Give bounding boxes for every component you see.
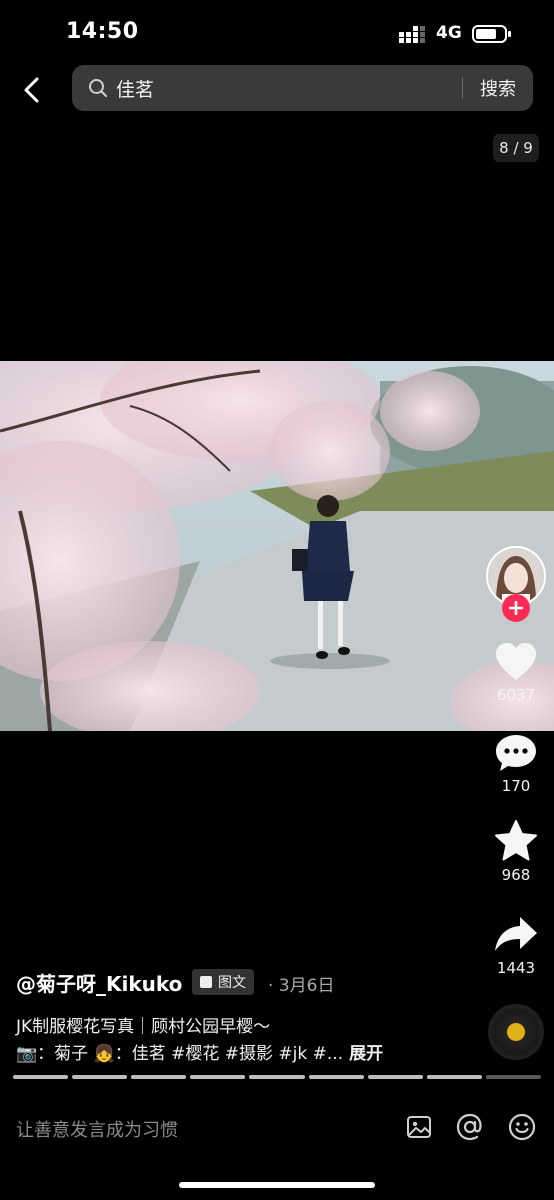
gallery-icon: [200, 976, 212, 988]
post-title: JK制服樱花写真｜顾村公园早樱～: [16, 1017, 271, 1037]
battery-icon: [472, 25, 511, 43]
mention-button[interactable]: [455, 1112, 485, 1142]
network-type: 4G: [436, 23, 462, 43]
music-disc[interactable]: [488, 1004, 544, 1060]
signal-icon: [399, 26, 425, 43]
post-date: · 3月6日: [268, 976, 335, 996]
progress-segment: [308, 1075, 364, 1079]
share-count: 1443: [496, 959, 536, 977]
home-indicator[interactable]: [179, 1182, 375, 1188]
expand-button[interactable]: 展开: [349, 1044, 383, 1064]
page-counter: 8 / 9: [493, 134, 539, 162]
progress-segment: [131, 1075, 187, 1079]
search-bar[interactable]: 佳茗 搜索: [72, 65, 533, 111]
like-button[interactable]: 6037: [480, 642, 552, 704]
post-photo[interactable]: [0, 361, 554, 731]
favorite-button[interactable]: 968: [480, 820, 552, 884]
back-button[interactable]: [14, 72, 50, 108]
favorite-count: 968: [501, 866, 531, 884]
progress-segment: [13, 1075, 69, 1079]
search-icon: [88, 77, 110, 99]
at-icon: [456, 1113, 482, 1141]
image-progress: [13, 1075, 541, 1079]
comment-bar: 让善意发言成为习惯: [0, 1098, 554, 1160]
post-tags: 📷：菊子 👧：佳茗 #樱花 #摄影 #jk #...: [16, 1044, 344, 1064]
music-disc-core: [507, 1023, 525, 1041]
emoji-button[interactable]: [507, 1112, 537, 1142]
image-icon: [407, 1116, 431, 1138]
share-button[interactable]: 1443: [480, 915, 552, 977]
status-bar: 14:50 4G: [0, 0, 554, 66]
progress-segment: [249, 1075, 305, 1079]
status-time: 14:50: [66, 19, 139, 44]
follow-button[interactable]: [502, 594, 530, 622]
progress-segment: [72, 1075, 128, 1079]
plus-icon: [509, 601, 523, 615]
star-icon: [495, 820, 537, 861]
back-icon: [24, 77, 39, 103]
comment-button[interactable]: 170: [480, 733, 552, 795]
search-button[interactable]: 搜索: [463, 75, 533, 101]
emoji-icon: [508, 1113, 536, 1141]
search-query[interactable]: 佳茗: [116, 75, 462, 102]
like-count: 6037: [496, 686, 536, 704]
progress-segment: [367, 1075, 423, 1079]
progress-segment: [426, 1075, 482, 1079]
comment-icon: [496, 735, 536, 771]
heart-icon: [496, 643, 536, 680]
post-type-label: 图文: [218, 975, 246, 991]
post-type-badge: 图文: [192, 969, 254, 995]
comment-input[interactable]: 让善意发言成为习惯: [16, 1116, 178, 1142]
progress-segment: [190, 1075, 246, 1079]
author-name[interactable]: @菊子呀_Kikuko: [16, 968, 182, 997]
image-button[interactable]: [404, 1112, 434, 1142]
post-caption: 📷：菊子 👧：佳茗 #樱花 #摄影 #jk #... 展开: [16, 1039, 383, 1064]
share-icon: [495, 917, 537, 951]
comment-count: 170: [501, 777, 531, 795]
progress-segment: [485, 1075, 541, 1079]
